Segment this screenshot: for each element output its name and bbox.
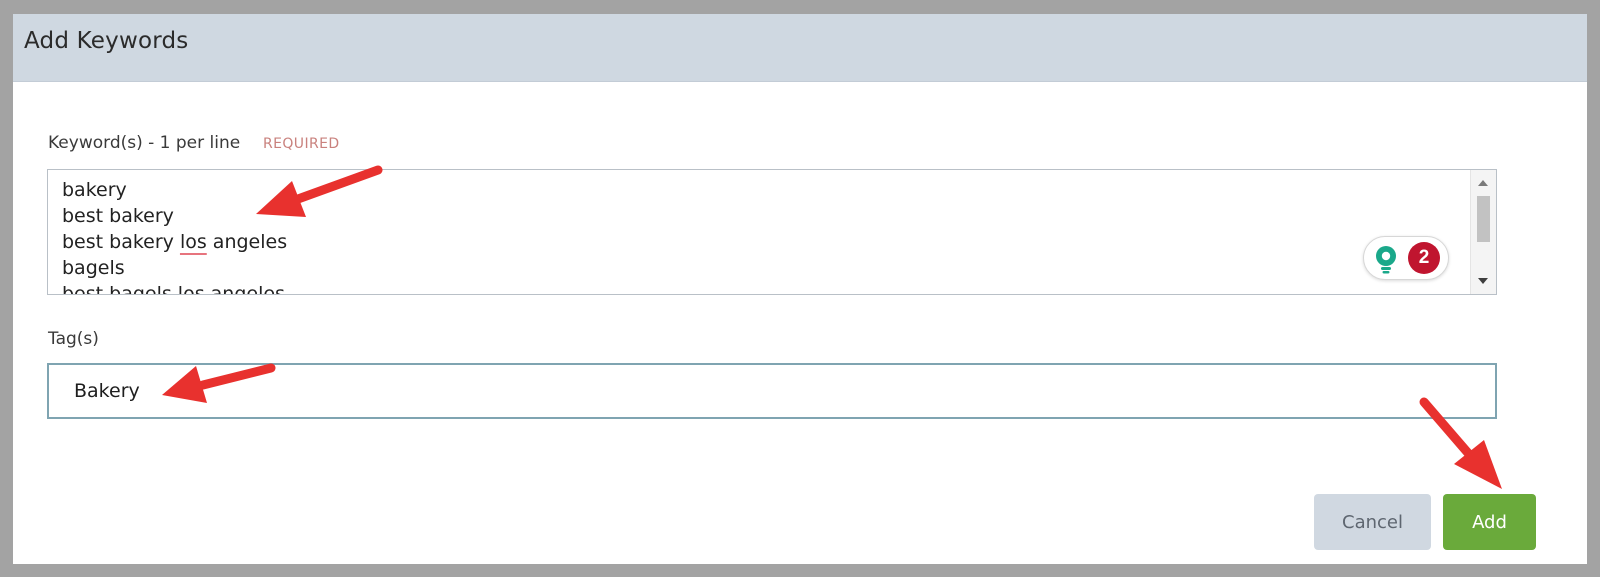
- dialog-header: Add Keywords: [13, 14, 1587, 82]
- keyword-line: best bakery: [62, 205, 174, 227]
- textarea-scrollbar[interactable]: [1470, 170, 1496, 294]
- keywords-textarea[interactable]: bakery best bakery best bakery los angel…: [47, 169, 1497, 295]
- add-keywords-dialog: Add Keywords Keyword(s) - 1 per line REQ…: [13, 14, 1587, 564]
- required-label: REQUIRED: [263, 136, 340, 152]
- lightbulb-icon: [1376, 246, 1396, 274]
- grammar-assistant-widget[interactable]: 2: [1363, 236, 1449, 280]
- keywords-label: Keyword(s) - 1 per line: [48, 133, 241, 153]
- keyword-line: bakery: [62, 179, 127, 201]
- cancel-button[interactable]: Cancel: [1314, 494, 1431, 550]
- scroll-up-arrow-icon[interactable]: [1478, 180, 1488, 186]
- add-button[interactable]: Add: [1443, 494, 1536, 550]
- misspelled-word[interactable]: los: [180, 231, 207, 253]
- dialog-title: Add Keywords: [24, 28, 189, 54]
- keyword-line: best bagels los angeles: [62, 283, 285, 295]
- tags-input[interactable]: [47, 363, 1497, 419]
- scroll-thumb[interactable]: [1477, 196, 1490, 242]
- scroll-down-arrow-icon[interactable]: [1478, 278, 1488, 284]
- suggestion-count-badge: 2: [1408, 242, 1440, 274]
- tags-label: Tag(s): [48, 329, 99, 349]
- keyword-line-text: best bakery los angeles: [62, 231, 288, 253]
- keyword-lines: bakery best bakery best bakery los angel…: [62, 177, 287, 295]
- keyword-line: bagels: [62, 257, 125, 279]
- keyword-line: best bakery los angeles: [62, 229, 287, 255]
